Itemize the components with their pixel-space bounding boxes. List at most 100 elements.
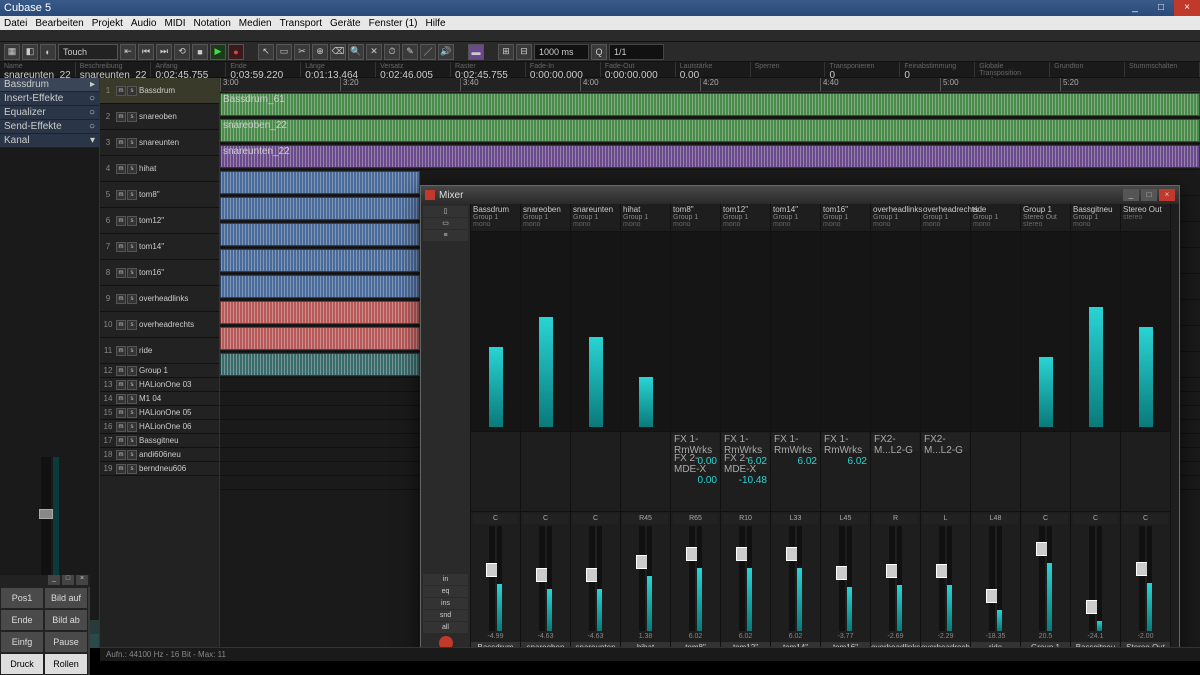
- track-row[interactable]: 10 ms overheadrechts: [100, 312, 219, 338]
- channel-routing[interactable]: Group 1: [973, 214, 1018, 221]
- menu-hilfe[interactable]: Hilfe: [426, 18, 446, 29]
- track-row[interactable]: 18 ms andi606neu: [100, 448, 219, 462]
- play-tool[interactable]: 🔊: [438, 44, 454, 60]
- automation-toggle[interactable]: ◐: [40, 44, 56, 60]
- audio-clip[interactable]: [220, 197, 420, 220]
- track-row[interactable]: 14 ms M1 04: [100, 392, 219, 406]
- track-solo[interactable]: s: [127, 408, 137, 418]
- channel-routing[interactable]: Stereo Out: [1023, 214, 1068, 221]
- db-readout[interactable]: 1.38: [639, 633, 653, 640]
- db-readout[interactable]: -4.63: [538, 633, 554, 640]
- track-solo[interactable]: s: [127, 394, 137, 404]
- channel-routing[interactable]: Group 1: [723, 214, 768, 221]
- menu-notation[interactable]: Notation: [194, 18, 231, 29]
- track-solo[interactable]: s: [127, 366, 137, 376]
- osk-close[interactable]: ×: [76, 575, 88, 585]
- track-solo[interactable]: s: [127, 138, 137, 148]
- play-button[interactable]: ▶: [210, 44, 226, 60]
- mixer-maximize-button[interactable]: □: [1141, 189, 1157, 201]
- channel-name-top[interactable]: Bassdrum: [473, 205, 518, 214]
- channel-name-top[interactable]: Group 1: [1023, 205, 1068, 214]
- track-name[interactable]: HALionOne 05: [139, 408, 217, 417]
- send-slot[interactable]: FX 1-RmWrks6.02: [722, 433, 769, 451]
- track-solo[interactable]: s: [127, 242, 137, 252]
- audio-clip[interactable]: snareunten_22: [220, 145, 1200, 168]
- track-mute[interactable]: m: [116, 190, 126, 200]
- mixer-all-button[interactable]: all: [423, 622, 468, 633]
- channel-name-top[interactable]: tom12": [723, 205, 768, 214]
- bypass-icon[interactable]: ○: [89, 120, 95, 134]
- track-row[interactable]: 17 ms Bassgitneu: [100, 434, 219, 448]
- track-solo[interactable]: s: [127, 112, 137, 122]
- track-name[interactable]: overheadrechts: [139, 320, 217, 329]
- mixer-titlebar[interactable]: Mixer _ □ ×: [421, 186, 1179, 204]
- track-name[interactable]: Bassgitneu: [139, 436, 217, 445]
- track-mute[interactable]: m: [116, 138, 126, 148]
- track-row[interactable]: 13 ms HALionOne 03: [100, 378, 219, 392]
- send-slot[interactable]: FX 1-RmWrks0.00: [672, 433, 719, 451]
- osk-rollen[interactable]: Rollen: [44, 653, 88, 675]
- menu-fenster[interactable]: Fenster (1): [369, 18, 418, 29]
- window-maximize-button[interactable]: □: [1148, 0, 1174, 16]
- menu-transport[interactable]: Transport: [280, 18, 322, 29]
- track-mute[interactable]: m: [116, 320, 126, 330]
- osk-bildab[interactable]: Bild ab: [44, 609, 88, 631]
- channel-name-top[interactable]: hihat: [623, 205, 668, 214]
- audio-clip[interactable]: [220, 249, 420, 272]
- fader[interactable]: [789, 526, 795, 631]
- fader[interactable]: [539, 526, 545, 631]
- forward-button[interactable]: ⏭: [156, 44, 172, 60]
- track-row[interactable]: 8 ms tom16": [100, 260, 219, 286]
- arrow-tool[interactable]: ↖: [258, 44, 274, 60]
- track-solo[interactable]: s: [127, 450, 137, 460]
- signature-field[interactable]: 1/1: [609, 44, 664, 60]
- expand-icon[interactable]: ▾: [90, 134, 95, 148]
- track-solo[interactable]: s: [127, 86, 137, 96]
- channel-eq-display[interactable]: [771, 232, 820, 432]
- channel-name-top[interactable]: snareunten: [573, 205, 618, 214]
- mixer-send-button[interactable]: snd: [423, 610, 468, 621]
- fader[interactable]: [1139, 526, 1145, 631]
- track-mute[interactable]: m: [116, 164, 126, 174]
- osk-restore[interactable]: □: [62, 575, 74, 585]
- channel-eq-display[interactable]: [1021, 232, 1070, 432]
- track-name[interactable]: snareoben: [139, 112, 217, 121]
- audio-clip[interactable]: snareoben_22: [220, 119, 1200, 142]
- range-tool[interactable]: ▭: [276, 44, 292, 60]
- db-readout[interactable]: 6.02: [689, 633, 703, 640]
- track-name[interactable]: hihat: [139, 164, 217, 173]
- track-mute[interactable]: m: [116, 86, 126, 96]
- channel-eq-display[interactable]: [971, 232, 1020, 432]
- track-mute[interactable]: m: [116, 436, 126, 446]
- channel-name-top[interactable]: overheadrechts: [923, 205, 968, 214]
- channel-eq-display[interactable]: [821, 232, 870, 432]
- audio-clip[interactable]: [220, 327, 420, 350]
- channel-eq-display[interactable]: [871, 232, 920, 432]
- db-readout[interactable]: 6.02: [789, 633, 803, 640]
- track-name[interactable]: overheadlinks: [139, 294, 217, 303]
- track-mute[interactable]: m: [116, 268, 126, 278]
- snap-type[interactable]: ⊟: [516, 44, 532, 60]
- track-name[interactable]: tom12": [139, 216, 217, 225]
- track-mute[interactable]: m: [116, 450, 126, 460]
- track-mute[interactable]: m: [116, 464, 126, 474]
- track-name[interactable]: tom16": [139, 268, 217, 277]
- rewind-button[interactable]: ⏮: [138, 44, 154, 60]
- fader[interactable]: [689, 526, 695, 631]
- inspector-track-name[interactable]: Bassdrum: [4, 78, 49, 92]
- menu-midi[interactable]: MIDI: [164, 18, 185, 29]
- track-name[interactable]: snareunten: [139, 138, 217, 147]
- track-row[interactable]: 6 ms tom12": [100, 208, 219, 234]
- menu-medien[interactable]: Medien: [239, 18, 272, 29]
- track-row[interactable]: 16 ms HALionOne 06: [100, 420, 219, 434]
- audio-clip[interactable]: [220, 275, 420, 298]
- clip-lane[interactable]: snareoben_22: [220, 118, 1200, 144]
- grid-value-field[interactable]: 1000 ms: [534, 44, 589, 60]
- pan-control[interactable]: R10: [723, 514, 768, 524]
- timeline-ruler[interactable]: 3:003:203:404:004:204:405:005:20: [220, 78, 1200, 92]
- fader[interactable]: [839, 526, 845, 631]
- pan-control[interactable]: C: [473, 514, 518, 524]
- db-readout[interactable]: -2.29: [938, 633, 954, 640]
- audio-clip[interactable]: [220, 353, 420, 376]
- db-readout[interactable]: -2.69: [888, 633, 904, 640]
